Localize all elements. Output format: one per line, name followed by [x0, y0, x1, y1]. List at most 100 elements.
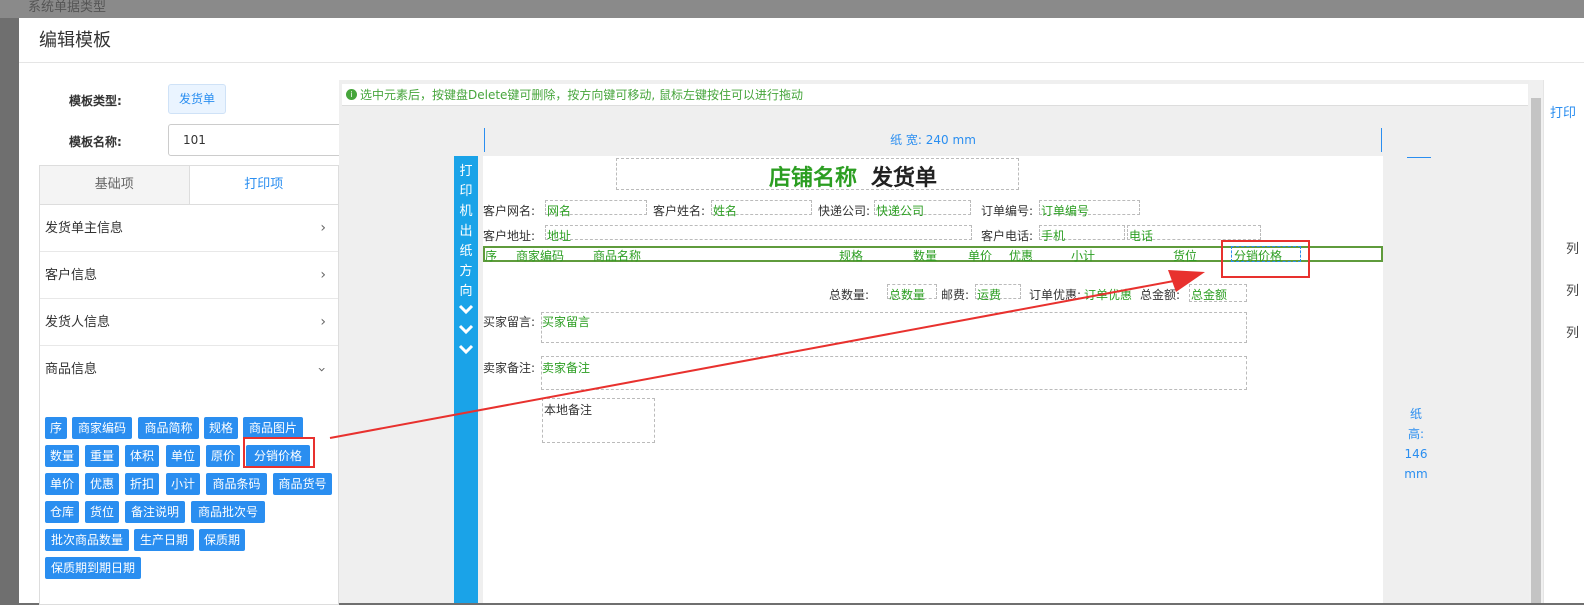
direction-char: 方: [459, 264, 473, 279]
customer-name-value: 姓名: [713, 204, 738, 218]
col-spec[interactable]: 规格: [839, 247, 863, 264]
item-tabs: 基础项 打印项: [39, 165, 339, 205]
modal-title: 编辑模板: [19, 18, 1584, 63]
order-no-value: 订单编号: [1041, 204, 1090, 218]
chevron-down-icon: [458, 304, 474, 355]
seller-note-field[interactable]: [541, 356, 1247, 390]
paper-height-text: 纸: [1409, 407, 1422, 421]
chevron-down-icon: ›: [313, 366, 330, 373]
customer-name-label: 客户姓名:: [653, 204, 706, 218]
tel-value: 电话: [1129, 229, 1154, 243]
chevron-right-icon: ›: [320, 314, 326, 330]
paper-height-text: mm: [1404, 467, 1428, 481]
template-name-input[interactable]: 101: [168, 124, 350, 156]
paper-height-text: 146: [1404, 447, 1428, 461]
address-label: 客户地址:: [483, 229, 536, 243]
right-panel-title[interactable]: 打印: [1550, 102, 1576, 121]
accordion-order-main[interactable]: 发货单主信息 ›: [40, 205, 338, 252]
direction-char: 出: [459, 224, 473, 239]
chip-discount-amt[interactable]: 优惠: [85, 473, 119, 495]
design-canvas-area: i 选中元素后，按键盘Delete键可删除，按方向键可移动, 鼠标左键按住可以进…: [339, 80, 1529, 603]
col-quantity[interactable]: 数量: [913, 247, 937, 264]
direction-char: 向: [459, 284, 473, 299]
customer-net-label: 客户网名:: [483, 204, 536, 218]
direction-char: 印: [459, 184, 473, 199]
left-panel: 模板类型: 发货单 模板名称: 101 基础项 打印项 发货单主信息 › 客户信息…: [39, 80, 350, 605]
mobile-value: 手机: [1041, 229, 1066, 243]
ruler-tick: [1407, 157, 1431, 158]
canvas-scrollbar[interactable]: [1529, 80, 1543, 603]
order-no-label: 订单编号:: [981, 204, 1034, 218]
buyer-msg-value: 买家留言: [542, 315, 591, 329]
paper-width-ruler: 纸 宽: 240 mm: [484, 128, 1382, 152]
col-discount[interactable]: 优惠: [1009, 247, 1033, 264]
chip-subtotal[interactable]: 小计: [166, 473, 200, 495]
chip-barcode[interactable]: 商品条码: [206, 473, 267, 495]
buyer-msg-label: 买家留言:: [483, 315, 536, 329]
paper-width-label: 纸 宽: 240 mm: [890, 133, 976, 147]
col-merchant-code[interactable]: 商家编码: [516, 247, 564, 264]
chip-batch-qty[interactable]: 批次商品数量: [45, 529, 129, 551]
chip-production-date[interactable]: 生产日期: [134, 529, 194, 551]
accordion-label: 发货人信息: [45, 315, 111, 330]
col-goods-name[interactable]: 商品名称: [593, 247, 641, 264]
chip-short-name[interactable]: 商品简称: [138, 417, 199, 439]
total-qty-label: 总数量:: [829, 288, 870, 302]
chip-quantity[interactable]: 数量: [45, 445, 79, 467]
chip-warehouse[interactable]: 仓库: [45, 501, 79, 523]
postage-label: 邮费:: [941, 288, 970, 302]
title-document: 发货单: [871, 166, 938, 191]
chevron-right-icon: ›: [320, 220, 326, 236]
highlight-box-column: [1221, 240, 1310, 278]
accordion-label: 发货单主信息: [45, 221, 124, 236]
address-value: 地址: [547, 229, 572, 243]
background-header: 系统单据类型: [0, 0, 1584, 18]
chip-weight[interactable]: 重量: [85, 445, 119, 467]
seller-note-label: 卖家备注:: [483, 361, 536, 375]
col-subtotal[interactable]: 小计: [1071, 247, 1095, 264]
phone-label: 客户电话:: [981, 229, 1034, 243]
tab-basic[interactable]: 基础项: [40, 166, 189, 204]
total-amount-value: 总金额: [1191, 288, 1228, 302]
chip-unit[interactable]: 单位: [166, 445, 200, 467]
chip-spec[interactable]: 规格: [204, 417, 238, 439]
col-serial[interactable]: 序: [485, 247, 497, 264]
courier-label: 快递公司:: [818, 204, 871, 218]
order-discount-label: 订单优惠:: [1029, 288, 1082, 302]
paper-height-text: 高:: [1407, 427, 1425, 441]
chip-unit-price[interactable]: 单价: [45, 473, 79, 495]
tab-print[interactable]: 打印项: [188, 166, 338, 204]
accordion-goods[interactable]: 商品信息 ›: [40, 346, 338, 393]
chip-original-price[interactable]: 原价: [206, 445, 240, 467]
chip-shelf-life[interactable]: 保质期: [199, 529, 245, 551]
chip-location[interactable]: 货位: [85, 501, 119, 523]
col-location[interactable]: 货位: [1173, 247, 1197, 264]
address-field[interactable]: [545, 225, 972, 240]
col-unit-price[interactable]: 单价: [968, 247, 992, 264]
right-panel-row: 列: [1566, 242, 1580, 257]
local-note-value: 本地备注: [544, 403, 593, 417]
template-type-badge[interactable]: 发货单: [168, 84, 226, 114]
chip-serial[interactable]: 序: [45, 417, 67, 439]
right-panel-row: 列: [1566, 326, 1580, 341]
chip-remark[interactable]: 备注说明: [125, 501, 185, 523]
chip-batch-no[interactable]: 商品批次号: [191, 501, 265, 523]
highlight-box-chip: [243, 437, 315, 468]
chip-discount-rate[interactable]: 折扣: [125, 473, 159, 495]
chip-expiry-date[interactable]: 保质期到期日期: [45, 557, 141, 579]
direction-char: 打: [459, 164, 473, 179]
buyer-msg-field[interactable]: [541, 312, 1247, 343]
chip-merchant-code[interactable]: 商家编码: [72, 417, 132, 439]
print-items-panel: 发货单主信息 › 客户信息 › 发货人信息 › 商品信息 › 序 商家编码 商品简称 规…: [39, 205, 339, 605]
accordion-customer[interactable]: 客户信息 ›: [40, 252, 338, 299]
chip-volume[interactable]: 体积: [125, 445, 159, 467]
accordion-sender[interactable]: 发货人信息 ›: [40, 299, 338, 346]
scrollbar-thumb[interactable]: [1531, 98, 1541, 603]
seller-note-value: 卖家备注: [542, 361, 591, 375]
order-discount-value: 订单优惠: [1084, 288, 1133, 302]
template-type-label: 模板类型:: [69, 94, 122, 108]
chip-item-no[interactable]: 商品货号: [273, 473, 332, 495]
info-icon: i: [346, 89, 357, 100]
chip-image[interactable]: 商品图片: [243, 417, 303, 439]
postage-value: 运费: [977, 288, 1002, 302]
